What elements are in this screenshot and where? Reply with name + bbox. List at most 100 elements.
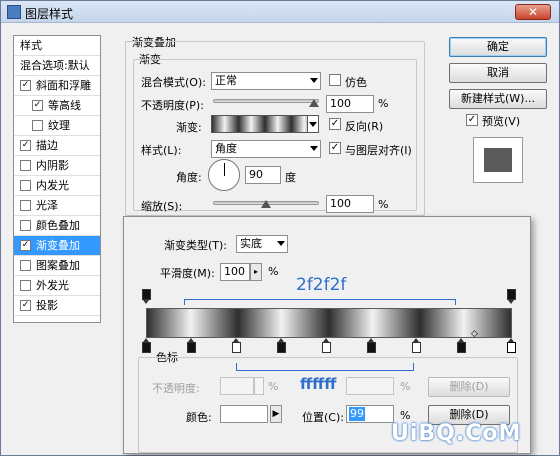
style-list-item[interactable]: 颜色叠加 <box>14 216 100 236</box>
gradient-editor: 渐变类型(T): 实底 平滑度(M): 100 ▸ % 2f2f2f ◇ 色标 … <box>123 216 531 454</box>
style-label: 样式(L): <box>141 144 182 157</box>
color-picker-arrow-icon[interactable]: ▶ <box>270 405 282 423</box>
color-stop[interactable] <box>187 338 196 353</box>
style-list-item[interactable]: 样式 <box>14 36 100 56</box>
app-icon <box>7 5 21 19</box>
smoothness-unit: % <box>268 265 279 278</box>
window-title: 图层样式 <box>25 7 74 21</box>
opacity-slider-thumb[interactable] <box>309 99 319 107</box>
scale-unit: % <box>378 198 389 211</box>
style-list-label: 颜色叠加 <box>36 219 80 232</box>
reverse-checkbox[interactable]: ✓ <box>329 118 341 130</box>
style-list-checkbox[interactable] <box>20 160 31 171</box>
style-list-item[interactable]: 光泽 <box>14 196 100 216</box>
color-stop[interactable] <box>277 338 286 353</box>
style-list-label: 图案叠加 <box>36 259 80 272</box>
stop-opacity-location-input <box>346 377 394 395</box>
angle-input[interactable]: 90 <box>245 166 281 184</box>
style-list-checkbox[interactable] <box>20 180 31 191</box>
blend-mode-select[interactable]: 正常 <box>211 72 321 90</box>
gradient-type-value: 实底 <box>240 237 262 250</box>
annotation-bracket-top <box>184 299 456 305</box>
opacity-label: 不透明度(P): <box>141 99 204 112</box>
smoothness-label: 平滑度(M): <box>160 267 215 280</box>
style-list-item[interactable]: ✓ 投影 <box>14 296 100 316</box>
annotation-dark-color: 2f2f2f <box>296 275 347 295</box>
style-list-item[interactable]: 内发光 <box>14 176 100 196</box>
gradient-type-label: 渐变类型(T): <box>164 239 228 252</box>
style-list-checkbox[interactable] <box>20 200 31 211</box>
gradient-bar[interactable] <box>146 308 512 338</box>
style-list-checkbox[interactable]: ✓ <box>20 240 31 251</box>
preview-checkbox[interactable]: ✓ <box>466 114 478 126</box>
style-list-checkbox[interactable]: ✓ <box>32 100 43 111</box>
chevron-down-icon <box>310 78 318 83</box>
color-stop[interactable] <box>232 338 241 353</box>
color-stop-selected[interactable] <box>507 338 516 353</box>
location-input[interactable]: 99 <box>346 405 394 423</box>
color-stop[interactable] <box>367 338 376 353</box>
ok-button[interactable]: 确定 <box>449 37 547 57</box>
style-list-label: 投影 <box>36 299 58 312</box>
style-list-checkbox[interactable] <box>20 280 31 291</box>
style-list-label: 纹理 <box>48 119 70 132</box>
style-list-item[interactable]: 纹理 <box>14 116 100 136</box>
stop-opacity-label: 不透明度: <box>152 382 200 395</box>
opacity-stop-right[interactable] <box>507 289 516 304</box>
style-select[interactable]: 角度 <box>211 140 321 158</box>
stop-opacity-unit: % <box>268 380 279 393</box>
style-list-item[interactable]: 外发光 <box>14 276 100 296</box>
style-list-item[interactable]: ✓ 描边 <box>14 136 100 156</box>
style-list-label: 混合选项:默认 <box>20 59 90 72</box>
style-list-label: 等高线 <box>48 99 81 112</box>
smoothness-stepper[interactable]: ▸ <box>250 263 262 281</box>
style-list-checkbox[interactable] <box>32 120 43 131</box>
new-style-button[interactable]: 新建样式(W)... <box>449 89 547 109</box>
opacity-stop-left[interactable] <box>142 289 151 304</box>
style-list-item[interactable]: ✓ 渐变叠加 <box>14 236 100 256</box>
angle-dial[interactable] <box>208 159 240 191</box>
preview-thumbnail <box>473 137 523 183</box>
style-list-item[interactable]: 内阴影 <box>14 156 100 176</box>
blend-mode-value: 正常 <box>215 74 237 87</box>
stop-opacity-stepper <box>254 377 264 395</box>
smoothness-input[interactable]: 100 <box>220 263 250 281</box>
style-list-item[interactable]: ✓ 斜面和浮雕 <box>14 76 100 96</box>
style-list-checkbox[interactable]: ✓ <box>20 300 31 311</box>
opacity-slider[interactable] <box>213 99 319 103</box>
stop-color-swatch[interactable] <box>220 405 268 423</box>
color-stop[interactable] <box>457 338 466 353</box>
style-list-item[interactable]: 图案叠加 <box>14 256 100 276</box>
gradient-label: 渐变: <box>176 121 202 134</box>
style-list-checkbox[interactable]: ✓ <box>20 80 31 91</box>
scale-label: 缩放(S): <box>141 200 183 213</box>
color-stop[interactable] <box>412 338 421 353</box>
close-button[interactable]: ✕ <box>515 4 551 20</box>
gradient-dropdown-button[interactable] <box>307 115 319 133</box>
stop-opacity-input <box>220 377 254 395</box>
style-list-item[interactable]: 混合选项:默认 <box>14 56 100 76</box>
angle-label: 角度: <box>176 171 202 184</box>
style-list-checkbox[interactable] <box>20 220 31 231</box>
angle-unit: 度 <box>285 171 296 184</box>
gradient-preview-picker[interactable] <box>211 115 319 133</box>
dither-checkbox[interactable] <box>329 74 341 86</box>
scale-slider-thumb[interactable] <box>261 200 271 208</box>
color-stop[interactable] <box>322 338 331 353</box>
align-with-layer-checkbox[interactable]: ✓ <box>329 142 341 154</box>
style-list: 样式混合选项:默认 ✓ 斜面和浮雕 ✓ 等高线纹理 ✓ 描边内阴影 内发光 光泽颜色叠加 ✓ 渐变叠… <box>13 35 101 323</box>
chevron-down-icon <box>309 122 317 127</box>
style-list-item[interactable]: ✓ 等高线 <box>14 96 100 116</box>
style-list-label: 斜面和浮雕 <box>36 79 91 92</box>
style-list-checkbox[interactable]: ✓ <box>20 140 31 151</box>
stop-opacity-location-unit: % <box>400 380 411 393</box>
style-list-label: 外发光 <box>36 279 69 292</box>
scale-input[interactable]: 100 <box>326 195 374 213</box>
cancel-button[interactable]: 取消 <box>449 63 547 83</box>
color-stop[interactable] <box>142 338 151 353</box>
gradient-type-select[interactable]: 实底 <box>236 235 288 253</box>
style-list-label: 样式 <box>20 39 42 52</box>
style-list-label: 描边 <box>36 139 58 152</box>
opacity-input[interactable]: 100 <box>326 95 374 113</box>
style-list-checkbox[interactable] <box>20 260 31 271</box>
